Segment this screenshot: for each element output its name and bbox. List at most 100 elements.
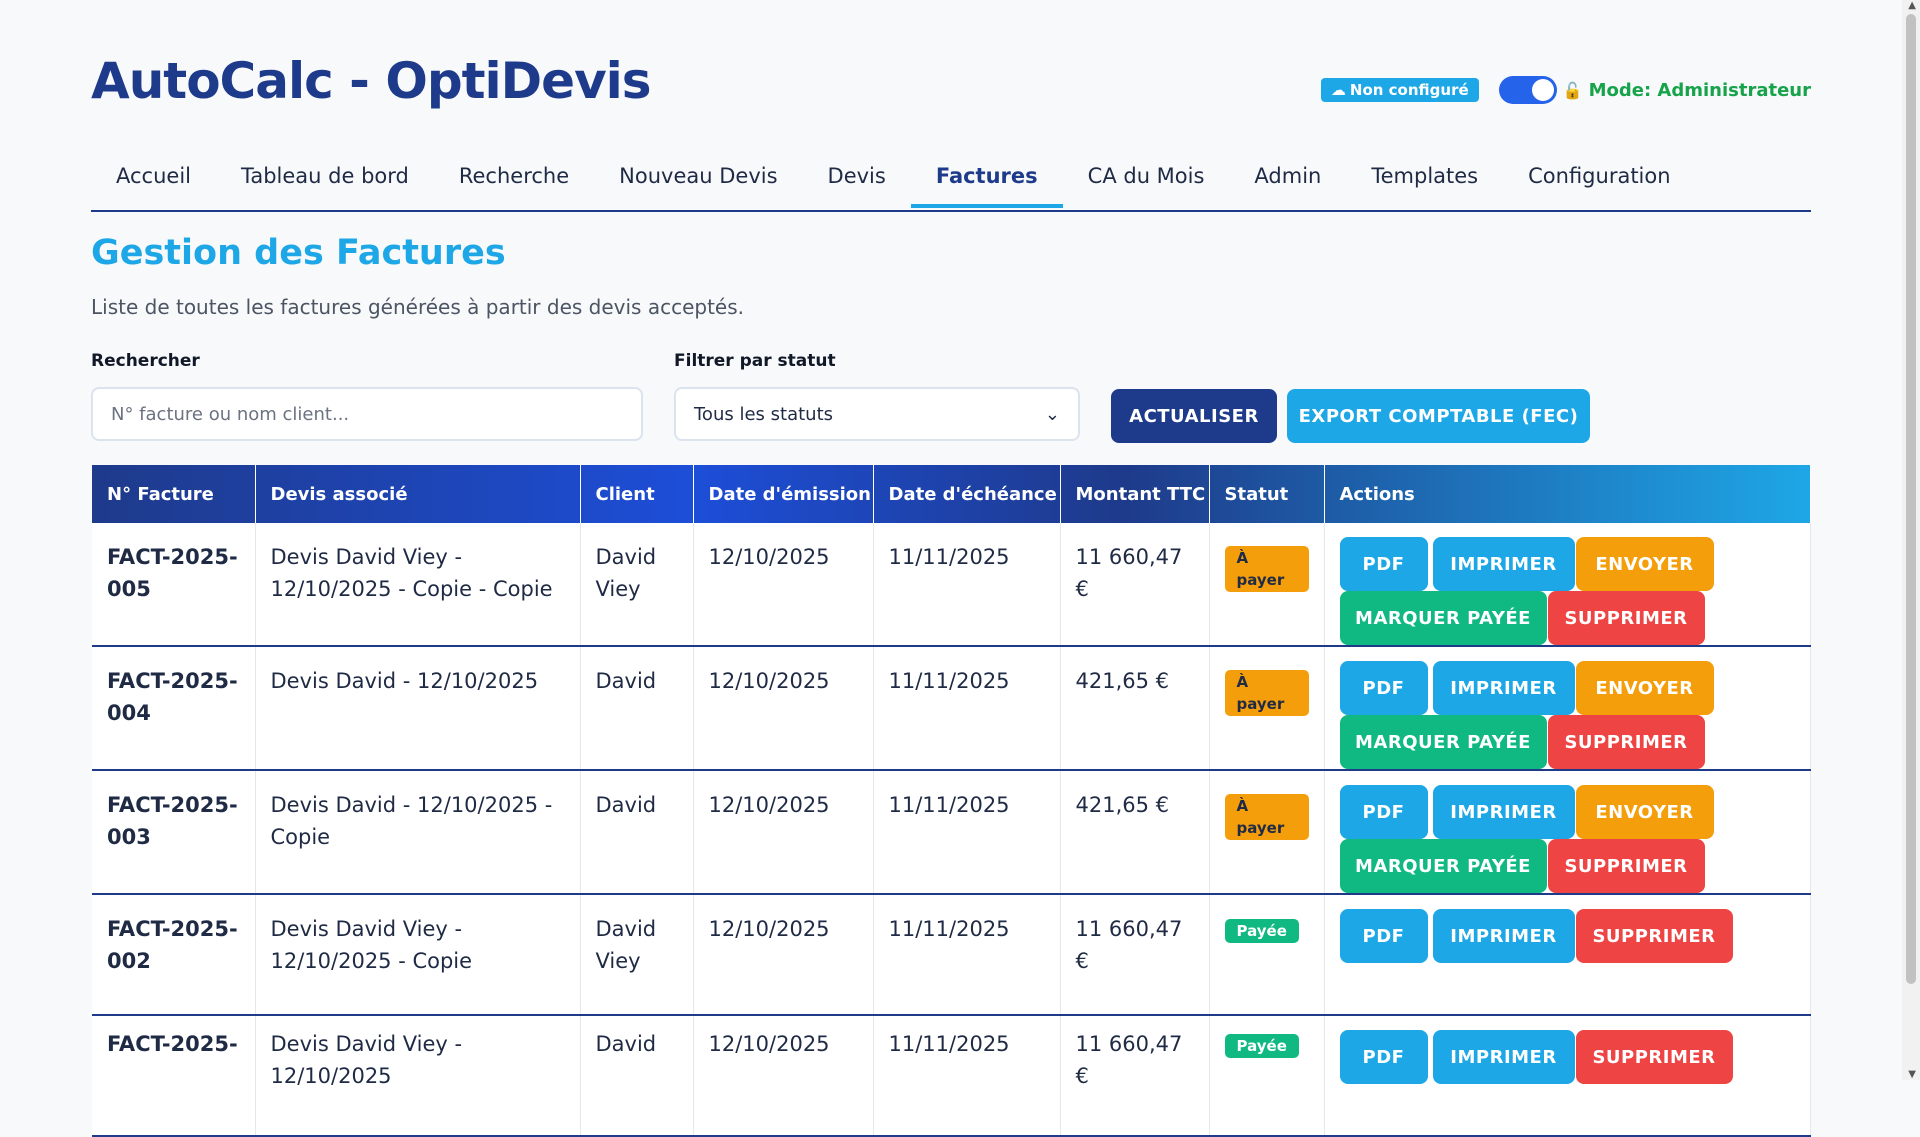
amount-ttc: 421,65 € (1060, 646, 1210, 771)
invoice-number: FACT-2025-003 (92, 770, 256, 895)
tab-accueil[interactable]: Accueil (91, 150, 216, 208)
status-cell: Payée (1209, 894, 1325, 1016)
linked-quote: Devis David Viey - 12/10/2025 (255, 1015, 581, 1137)
column-header[interactable]: Date d'émission (693, 465, 874, 523)
chevron-down-icon: ⌄ (1044, 404, 1060, 425)
issue-date: 12/10/2025 (693, 523, 874, 647)
actions-cell: PDF IMPRIMER ENVOYER MARQUER PAYÉE SUPPR… (1324, 646, 1811, 771)
status-badge: À payer (1224, 546, 1309, 592)
status-filter-select[interactable]: Tous les statuts ⌄ (674, 387, 1080, 441)
linked-quote: Devis David - 12/10/2025 - Copie (255, 770, 581, 895)
pdf-button[interactable]: PDF (1339, 537, 1428, 591)
delete-button[interactable]: SUPPRIMER (1575, 909, 1733, 963)
client-name: David (580, 1015, 694, 1137)
mark-paid-button[interactable]: MARQUER PAYÉE (1339, 715, 1547, 769)
client-name: David (580, 770, 694, 895)
status-cell: Payée (1209, 1015, 1325, 1137)
amount-ttc: 421,65 € (1060, 770, 1210, 895)
table-row: FACT-2025-003 Devis David - 12/10/2025 -… (92, 770, 1811, 895)
page-title: Gestion des Factures (91, 233, 506, 273)
status-badge: À payer (1224, 670, 1309, 716)
export-fec-button[interactable]: EXPORT COMPTABLE (FEC) (1287, 389, 1590, 443)
send-button[interactable]: ENVOYER (1575, 537, 1714, 591)
delete-button[interactable]: SUPPRIMER (1547, 839, 1705, 893)
amount-ttc: 11 660,47 € (1060, 1015, 1210, 1137)
invoice-number: FACT-2025- (92, 1015, 256, 1137)
actions-cell: PDF IMPRIMER SUPPRIMER (1324, 894, 1811, 1016)
print-button[interactable]: IMPRIMER (1432, 785, 1575, 839)
client-name: David Viey (580, 523, 694, 647)
issue-date: 12/10/2025 (693, 770, 874, 895)
column-header[interactable]: Client (580, 465, 694, 523)
column-header[interactable]: Date d'échéance (873, 465, 1061, 523)
tab-devis[interactable]: Devis (803, 150, 911, 208)
delete-button[interactable]: SUPPRIMER (1547, 591, 1705, 645)
print-button[interactable]: IMPRIMER (1432, 661, 1575, 715)
app-title: AutoCalc - OptiDevis (91, 52, 652, 110)
print-button[interactable]: IMPRIMER (1432, 537, 1575, 591)
amount-ttc: 11 660,47 € (1060, 894, 1210, 1016)
mode-label: Mode: Administrateur (1588, 79, 1811, 101)
due-date: 11/11/2025 (873, 523, 1061, 647)
print-button[interactable]: IMPRIMER (1432, 909, 1575, 963)
due-date: 11/11/2025 (873, 646, 1061, 771)
delete-button[interactable]: SUPPRIMER (1575, 1030, 1733, 1084)
tab-nouveau-devis[interactable]: Nouveau Devis (594, 150, 802, 208)
mark-paid-button[interactable]: MARQUER PAYÉE (1339, 591, 1547, 645)
admin-mode-toggle[interactable] (1498, 76, 1557, 104)
mode-switcher: 🔓 Mode: Administrateur (1498, 76, 1811, 104)
invoice-number: FACT-2025-004 (92, 646, 256, 771)
client-name: David (580, 646, 694, 771)
print-button[interactable]: IMPRIMER (1432, 1030, 1575, 1084)
scroll-up-arrow-icon[interactable]: ▲ (1908, 0, 1916, 11)
column-header[interactable]: N° Facture (92, 465, 256, 523)
actions-cell: PDF IMPRIMER ENVOYER MARQUER PAYÉE SUPPR… (1324, 770, 1811, 895)
column-header[interactable]: Montant TTC (1060, 465, 1210, 523)
status-badge: Payée (1224, 919, 1299, 943)
tab-ca-du-mois[interactable]: CA du Mois (1063, 150, 1230, 208)
column-header[interactable]: Statut (1209, 465, 1325, 523)
cloud-status-badge[interactable]: ☁ Non configuré (1320, 78, 1479, 102)
refresh-button[interactable]: ACTUALISER (1111, 389, 1277, 443)
header-controls: ☁ Non configuré 🔓 Mode: Administrateur (1320, 76, 1811, 104)
linked-quote: Devis David Viey - 12/10/2025 - Copie - … (255, 523, 581, 647)
pdf-button[interactable]: PDF (1339, 661, 1428, 715)
mark-paid-button[interactable]: MARQUER PAYÉE (1339, 839, 1547, 893)
table-row: FACT-2025-002 Devis David Viey - 12/10/2… (92, 894, 1811, 1016)
due-date: 11/11/2025 (873, 894, 1061, 1016)
status-cell: À payer (1209, 770, 1325, 895)
unlock-icon: 🔓 (1562, 80, 1583, 100)
client-name: David Viey (580, 894, 694, 1016)
pdf-button[interactable]: PDF (1339, 909, 1428, 963)
tab-admin[interactable]: Admin (1229, 150, 1346, 208)
issue-date: 12/10/2025 (693, 894, 874, 1016)
tab-templates[interactable]: Templates (1346, 150, 1503, 208)
invoice-number: FACT-2025-005 (92, 523, 256, 647)
amount-ttc: 11 660,47 € (1060, 523, 1210, 647)
actions-cell: PDF IMPRIMER ENVOYER MARQUER PAYÉE SUPPR… (1324, 523, 1811, 647)
pdf-button[interactable]: PDF (1339, 1030, 1428, 1084)
table-row: FACT-2025-005 Devis David Viey - 12/10/2… (92, 523, 1811, 647)
invoice-number: FACT-2025-002 (92, 894, 256, 1016)
status-cell: À payer (1209, 523, 1325, 647)
send-button[interactable]: ENVOYER (1575, 661, 1714, 715)
column-header: Actions (1324, 465, 1811, 523)
scroll-thumb[interactable] (1906, 14, 1916, 984)
scroll-down-arrow-icon[interactable]: ▼ (1908, 1069, 1916, 1080)
page-scrollbar[interactable]: ▲ ▼ (1902, 0, 1920, 1080)
search-input[interactable] (91, 387, 643, 441)
main-nav: Accueil Tableau de bord Recherche Nouvea… (91, 150, 1811, 212)
tab-factures[interactable]: Factures (910, 150, 1063, 208)
due-date: 11/11/2025 (873, 770, 1061, 895)
table-row: FACT-2025-004 Devis David - 12/10/2025 D… (92, 646, 1811, 771)
page-description: Liste de toutes les factures générées à … (91, 295, 745, 319)
tab-configuration[interactable]: Configuration (1503, 150, 1695, 208)
status-badge: Payée (1224, 1034, 1299, 1058)
send-button[interactable]: ENVOYER (1575, 785, 1714, 839)
pdf-button[interactable]: PDF (1339, 785, 1428, 839)
status-filter-value: Tous les statuts (694, 403, 833, 425)
column-header[interactable]: Devis associé (255, 465, 581, 523)
tab-recherche[interactable]: Recherche (434, 150, 594, 208)
delete-button[interactable]: SUPPRIMER (1547, 715, 1705, 769)
tab-tableau-de-bord[interactable]: Tableau de bord (216, 150, 434, 208)
